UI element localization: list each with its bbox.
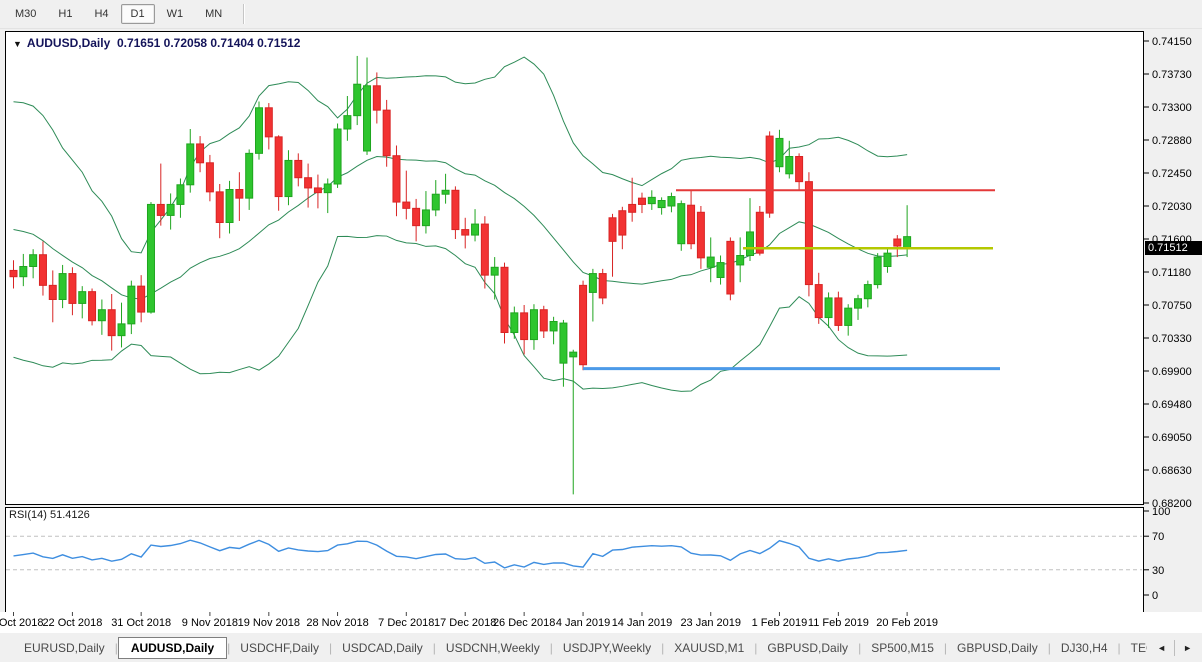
symbol-tab-eurusd-daily[interactable]: EURUSD,Daily — [14, 638, 115, 658]
date-axis-strip — [0, 612, 1202, 634]
price-axis-label: 0.74150 — [1152, 36, 1192, 48]
symbol-tab-usdcad-daily[interactable]: USDCAD,Daily — [332, 638, 433, 658]
price-axis-label: 0.72450 — [1152, 168, 1192, 180]
timeframe-button-m30[interactable]: M30 — [5, 4, 46, 24]
tab-scroll-left-icon[interactable]: ◄ — [1151, 640, 1172, 656]
rsi-axis-label: 70 — [1152, 531, 1164, 543]
price-axis-label: 0.69900 — [1152, 366, 1192, 378]
rsi-indicator-pane[interactable] — [5, 507, 1144, 613]
price-axis-label: 0.68200 — [1152, 498, 1192, 510]
symbol-tab-usdchf-daily[interactable]: USDCHF,Daily — [230, 638, 329, 658]
symbol-tab-sp500-m15[interactable]: SP500,M15 — [861, 638, 944, 658]
chart-title: ▼ AUDUSD,Daily 0.71651 0.72058 0.71404 0.… — [13, 36, 300, 50]
tab-scroll-divider — [1174, 640, 1175, 656]
price-axis-label: 0.73300 — [1152, 102, 1192, 114]
timeframe-button-mn[interactable]: MN — [195, 4, 232, 24]
timeframe-toolbar: M30H1H4D1W1MN — [0, 0, 1202, 29]
price-axis-label: 0.69480 — [1152, 399, 1192, 411]
current-price-tag: 0.71512 — [1145, 241, 1202, 255]
price-axis: 0.74150 0.73730 0.73300 0.72880 0.72450 0.720… — [1144, 36, 1192, 510]
chart-dropdown-icon[interactable]: ▼ — [13, 39, 22, 49]
symbol-tab-usdjpy-weekly[interactable]: USDJPY,Weekly — [553, 638, 661, 658]
price-axis-label: 0.69050 — [1152, 432, 1192, 444]
price-axis-label: 0.71180 — [1152, 267, 1191, 279]
rsi-indicator-label: RSI(14) 51.4126 — [9, 509, 90, 521]
price-axis-label: 0.68630 — [1152, 465, 1192, 477]
symbol-tab-gbpusd-daily[interactable]: GBPUSD,Daily — [757, 638, 858, 658]
terminal-window: M30H1H4D1W1MN ▼ AUDUSD,Daily 0.71651 0.72… — [0, 0, 1202, 662]
toolbar-divider — [243, 4, 245, 24]
chart-symbol-label: AUDUSD,Daily — [27, 36, 110, 50]
price-axis-label: 0.70750 — [1152, 300, 1192, 312]
rsi-axis-label: 100 — [1152, 506, 1170, 518]
timeframe-button-d1[interactable]: D1 — [121, 4, 155, 24]
symbol-tab-gbpusd-daily[interactable]: GBPUSD,Daily — [947, 638, 1048, 658]
timeframe-button-h1[interactable]: H1 — [48, 4, 82, 24]
price-axis-label: 0.70330 — [1152, 333, 1192, 345]
symbol-tab-xauusd-m1[interactable]: XAUUSD,M1 — [664, 638, 754, 658]
price-axis-label: 0.73730 — [1152, 69, 1192, 81]
timeframe-button-h4[interactable]: H4 — [84, 4, 118, 24]
price-axis-label: 0.72030 — [1152, 201, 1192, 213]
symbol-tab-usdcnh-weekly[interactable]: USDCNH,Weekly — [436, 638, 550, 658]
symbol-tab-dj30-h4[interactable]: DJ30,H4 — [1051, 638, 1118, 658]
timeframe-button-w1[interactable]: W1 — [157, 4, 194, 24]
tab-scroll-right-icon[interactable]: ► — [1177, 640, 1198, 656]
rsi-axis-label: 0 — [1152, 590, 1158, 602]
price-axis-label: 0.72880 — [1152, 135, 1192, 147]
symbol-tab-audusd-daily[interactable]: AUDUSD,Daily — [118, 637, 227, 659]
tab-scroll-controls: ◄ ► — [1147, 636, 1198, 660]
price-chart-pane[interactable] — [5, 31, 1144, 505]
chart-ohlc-values: 0.71651 0.72058 0.71404 0.71512 — [117, 36, 301, 50]
symbol-tab-bar: EURUSD,Daily|AUDUSD,Daily|USDCHF,Daily|U… — [0, 633, 1202, 662]
rsi-axis-label: 30 — [1152, 565, 1164, 577]
